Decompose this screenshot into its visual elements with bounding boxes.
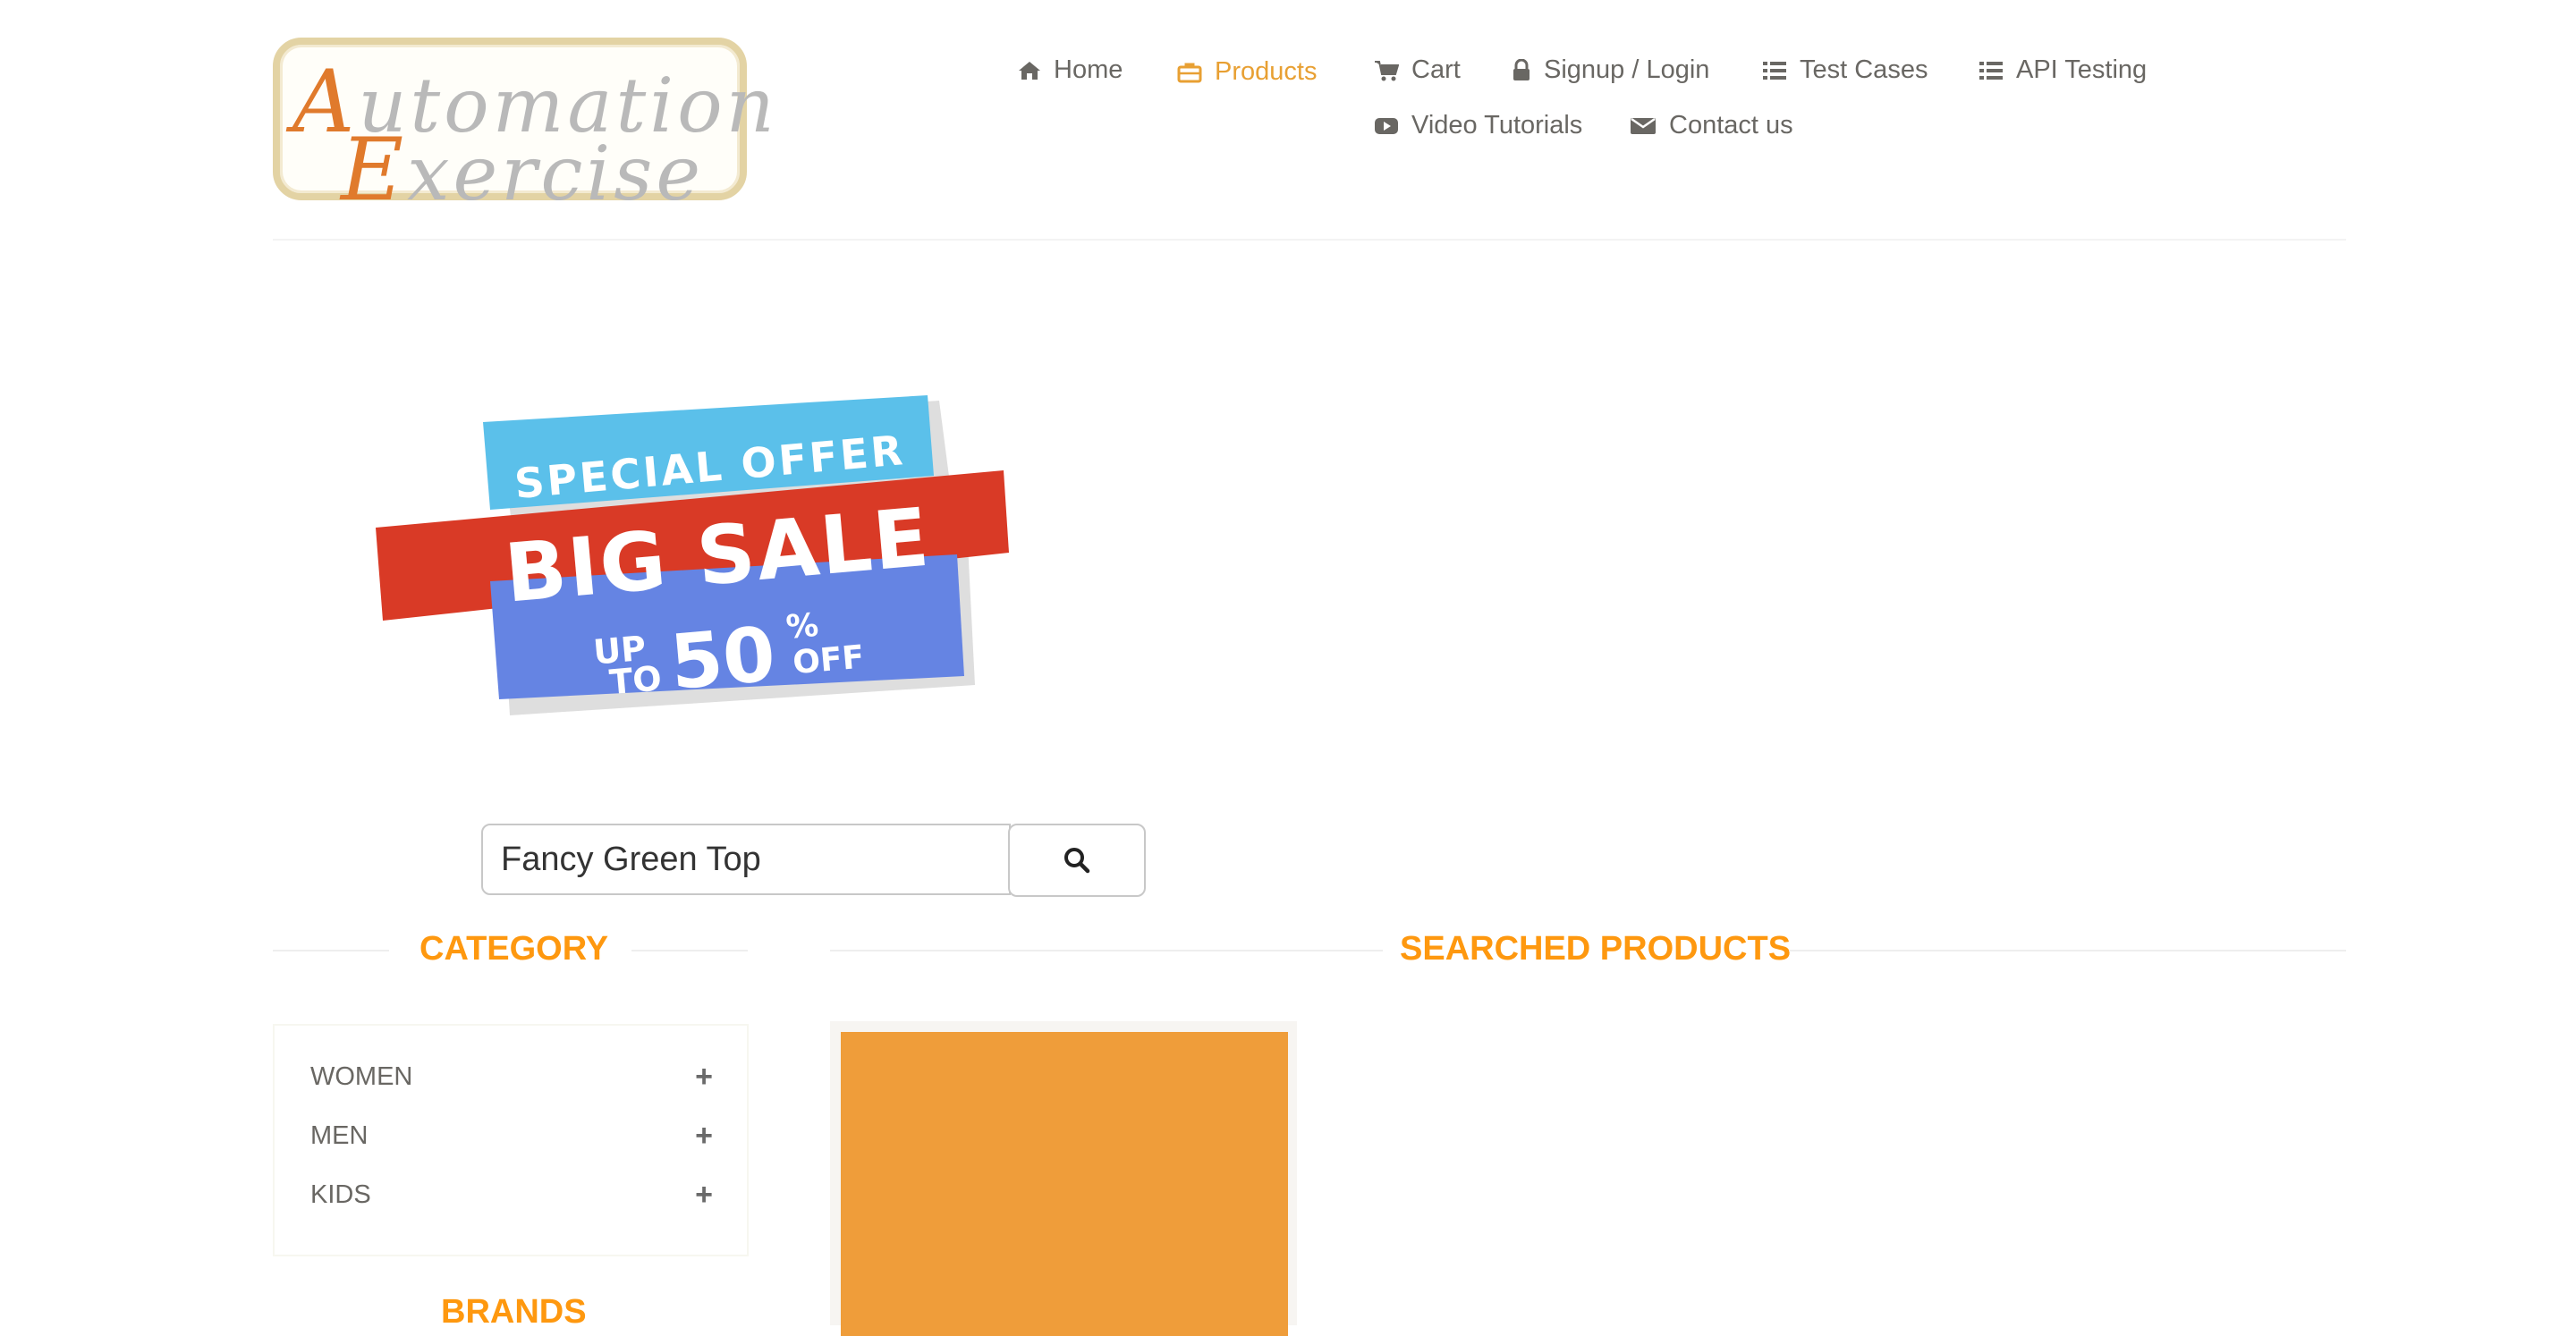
plus-icon[interactable]: +: [695, 1061, 713, 1092]
site-logo[interactable]: Automation Exercise: [273, 38, 775, 220]
plus-icon[interactable]: +: [695, 1180, 713, 1210]
category-label: WOMEN: [310, 1061, 413, 1091]
category-item-kids[interactable]: KIDS +: [310, 1180, 713, 1210]
nav-cart[interactable]: Cart: [1374, 55, 1461, 85]
nav-video-tutorials[interactable]: Video Tutorials: [1374, 111, 1582, 140]
banner-percent: %: [784, 607, 820, 647]
brands-title: BRANDS: [441, 1293, 587, 1331]
nav-home[interactable]: Home: [1018, 55, 1123, 85]
nav-signup-login[interactable]: Signup / Login: [1512, 55, 1709, 85]
briefcase-icon: [1177, 63, 1202, 82]
searched-products-title: SEARCHED PRODUCTS: [1400, 930, 1792, 968]
category-panel: WOMEN + MEN + KIDS +: [273, 1024, 749, 1256]
search-icon: [1064, 848, 1090, 874]
nav-home-label: Home: [1054, 55, 1123, 84]
envelope-icon: [1631, 117, 1656, 134]
search-product-input[interactable]: [481, 824, 1011, 895]
nav-video-tutorials-label: Video Tutorials: [1411, 111, 1583, 140]
search-button[interactable]: [1008, 824, 1146, 897]
cart-icon: [1375, 60, 1399, 80]
nav-test-cases[interactable]: Test Cases: [1762, 55, 1928, 85]
header-divider: [273, 239, 2346, 241]
nav-test-cases-label: Test Cases: [1800, 55, 1928, 84]
products-title-line-left: [830, 950, 1383, 951]
category-label: KIDS: [310, 1180, 371, 1209]
nav-api-testing-label: API Testing: [2016, 55, 2148, 84]
plus-icon[interactable]: +: [695, 1120, 713, 1151]
product-image[interactable]: [841, 1032, 1288, 1336]
home-icon: [1019, 61, 1040, 80]
banner-fifty: 50: [667, 610, 779, 706]
banner-to: TO: [608, 658, 664, 702]
nav-signup-login-label: Signup / Login: [1544, 55, 1710, 84]
product-card[interactable]: [830, 1021, 1297, 1336]
nav-products-label: Products: [1215, 57, 1318, 86]
nav-api-testing[interactable]: API Testing: [1979, 55, 2147, 85]
banner-off: OFF: [792, 638, 866, 681]
youtube-icon: [1375, 117, 1398, 134]
special-offer-banner: SPECIAL OFFER BIG SALE UP TO 50 % OFF: [376, 395, 1009, 715]
category-title-line-left: [273, 950, 389, 951]
nav-contact-us-label: Contact us: [1669, 111, 1793, 140]
category-item-women[interactable]: WOMEN +: [310, 1061, 713, 1092]
lock-icon: [1513, 58, 1530, 80]
nav-cart-label: Cart: [1411, 55, 1461, 84]
category-title-line-right: [631, 950, 748, 951]
list-icon: [1763, 61, 1786, 80]
category-item-men[interactable]: MEN +: [310, 1120, 713, 1151]
list-icon: [1979, 61, 2003, 80]
nav-products[interactable]: Products: [1177, 57, 1317, 87]
category-title: CATEGORY: [419, 930, 609, 968]
nav-contact-us[interactable]: Contact us: [1630, 111, 1793, 140]
products-title-line-right: [1789, 950, 2346, 951]
logo-line-2: Exercise: [341, 120, 705, 220]
category-label: MEN: [310, 1120, 369, 1150]
